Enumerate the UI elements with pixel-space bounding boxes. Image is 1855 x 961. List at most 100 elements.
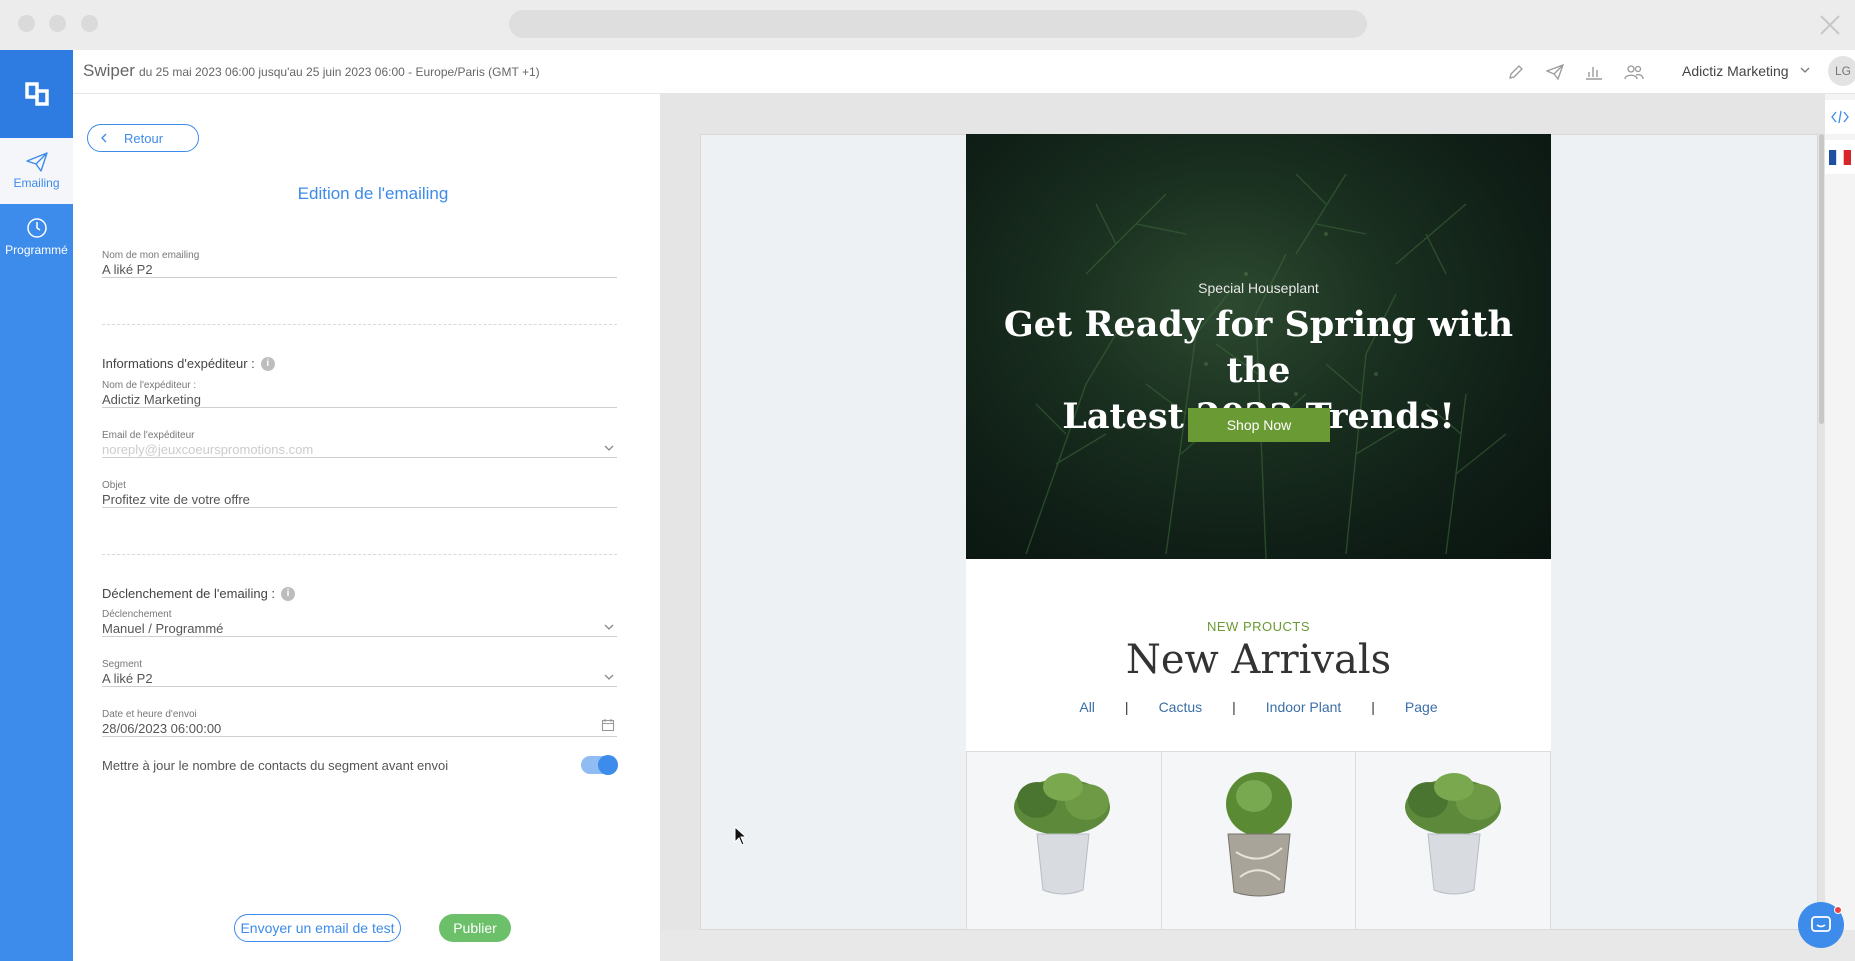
field-value[interactable]: noreply@jeuxcoeurspromotions.com (102, 442, 617, 457)
section-title: New Arrivals (1125, 637, 1392, 683)
update-contacts-toggle[interactable] (581, 755, 618, 775)
chevron-down-icon[interactable] (1799, 64, 1811, 76)
calendar-icon[interactable] (601, 718, 615, 732)
logo-icon (24, 82, 49, 106)
url-bar[interactable] (509, 10, 1367, 38)
left-nav-rail: Emailing Programmé (0, 50, 73, 961)
field-value[interactable]: Profitez vite de votre offre (102, 492, 617, 507)
back-button[interactable]: Retour (87, 124, 199, 152)
mouse-cursor-icon (734, 826, 748, 846)
right-tool-rail (1825, 94, 1855, 961)
publish-button[interactable]: Publier (439, 914, 511, 942)
product-card[interactable] (966, 751, 1162, 930)
field-value[interactable]: 28/06/2023 06:00:00 (102, 721, 617, 736)
potted-plant-image (1405, 773, 1502, 895)
field-value[interactable]: A liké P2 (102, 262, 617, 277)
trigger-select[interactable]: Déclenchement Manuel / Programmé (102, 609, 617, 637)
section-title-text: Déclenchement de l'emailing : (102, 586, 276, 601)
campaign-dates: du 25 mai 2023 06:00 jusqu'au 25 juin 20… (138, 65, 540, 79)
field-value[interactable]: A liké P2 (102, 671, 617, 686)
window-titlebar (0, 0, 1855, 50)
divider (102, 324, 617, 325)
preview-bottom-edge (660, 930, 1855, 961)
filter-separator: | (1124, 699, 1129, 715)
window-close-dot[interactable] (18, 15, 35, 32)
campaign-name: Swiper (83, 61, 135, 80)
shop-now-button[interactable]: Shop Now (1188, 408, 1330, 442)
subject-field[interactable]: Objet Profitez vite de votre offre (102, 480, 617, 508)
field-value[interactable]: Manuel / Programmé (102, 621, 617, 636)
info-icon[interactable]: i (260, 356, 275, 371)
field-label: Déclenchement (102, 609, 172, 620)
filter-link-indoor-plant[interactable]: Indoor Plant (1266, 699, 1342, 715)
close-icon[interactable] (1817, 12, 1843, 38)
field-label: Nom de l'expéditeur : (102, 380, 197, 391)
field-label: Email de l'expéditeur (102, 430, 195, 441)
app-header: Swiper du 25 mai 2023 06:00 jusqu'au 25 j… (73, 50, 1855, 94)
back-button-label: Retour (124, 130, 164, 146)
potted-plant-image (1014, 773, 1110, 895)
email-hero-banner[interactable]: Special Houseplant Get Ready for Spring … (966, 134, 1551, 559)
app-logo[interactable] (0, 50, 73, 138)
code-view-button[interactable] (1825, 100, 1855, 134)
update-contacts-label: Mettre à jour le nombre de contacts du s… (102, 757, 449, 773)
section-kicker: NEW PROUCTS (1207, 619, 1310, 634)
field-value[interactable]: Adictiz Marketing (102, 392, 617, 407)
preview-scrollbar-thumb[interactable] (1819, 134, 1824, 424)
stats-button[interactable] (1582, 60, 1606, 84)
pencil-icon (1509, 65, 1523, 79)
filter-link-cactus[interactable]: Cactus (1159, 699, 1203, 715)
account-name[interactable]: Adictiz Marketing (1682, 63, 1789, 79)
sender-name-field[interactable]: Nom de l'expéditeur : Adictiz Marketing (102, 380, 617, 408)
paper-plane-icon (25, 152, 48, 172)
code-icon (1831, 110, 1849, 124)
section-title-text: Informations d'expéditeur : (102, 356, 255, 371)
update-contacts-row: Mettre à jour le nombre de contacts du s… (102, 754, 618, 776)
sender-email-select[interactable]: Email de l'expéditeur noreply@jeuxcoeurs… (102, 430, 617, 458)
edit-button[interactable] (1504, 60, 1528, 84)
filter-separator: | (1371, 699, 1375, 715)
audience-button[interactable] (1622, 60, 1646, 84)
divider (102, 554, 617, 555)
field-label: Objet (102, 480, 126, 491)
send-date-field[interactable]: Date et heure d'envoi 28/06/2023 06:00:0… (102, 709, 617, 737)
product-card[interactable] (1356, 751, 1552, 930)
product-grid (966, 751, 1552, 930)
filter-link-page[interactable]: Page (1405, 699, 1438, 715)
clock-icon (26, 218, 47, 238)
chevron-down-icon[interactable] (603, 443, 615, 453)
chevron-down-icon[interactable] (603, 622, 615, 632)
window-minimize-dot[interactable] (49, 15, 66, 32)
language-button[interactable] (1825, 140, 1855, 174)
category-filters: All | Cactus | Indoor Plant | Page (966, 699, 1551, 715)
send-test-email-button[interactable]: Envoyer un email de test (234, 914, 401, 942)
send-button[interactable] (1543, 60, 1567, 84)
trigger-section-title: Déclenchement de l'emailing : i (102, 586, 296, 601)
potted-plant-image (1225, 772, 1292, 897)
segment-select[interactable]: Segment A liké P2 (102, 659, 617, 687)
rail-item-label: Programmé (5, 243, 68, 257)
app-window: Emailing Programmé Swiper du 25 mai 2023 … (0, 0, 1855, 961)
hero-title-line: Get Ready for Spring with the (1003, 304, 1514, 391)
flag-fr-icon (1829, 149, 1851, 165)
field-label: Date et heure d'envoi (102, 709, 197, 720)
window-maximize-dot[interactable] (81, 15, 98, 32)
paper-plane-icon (1546, 64, 1564, 80)
chat-icon (1811, 916, 1831, 932)
filter-link-all[interactable]: All (1079, 699, 1095, 715)
toggle-knob (598, 755, 618, 775)
email-name-field[interactable]: Nom de mon emailing A liké P2 (102, 250, 617, 278)
users-icon (1624, 65, 1644, 80)
field-label: Segment (102, 659, 143, 670)
chevron-down-icon[interactable] (603, 672, 615, 682)
rail-item-programme[interactable]: Programmé (0, 204, 73, 270)
bar-chart-icon (1586, 67, 1602, 80)
info-icon[interactable]: i (281, 586, 296, 601)
rail-item-label: Emailing (13, 176, 60, 190)
product-card[interactable] (1161, 751, 1357, 930)
campaign-title: Swiper du 25 mai 2023 06:00 jusqu'au 25 j… (83, 61, 540, 81)
field-label: Nom de mon emailing (102, 250, 200, 261)
rail-item-emailing[interactable]: Emailing (0, 138, 73, 204)
email-edit-panel: Retour Edition de l'emailing Nom de mon … (73, 94, 660, 961)
avatar[interactable]: LG (1828, 56, 1855, 86)
